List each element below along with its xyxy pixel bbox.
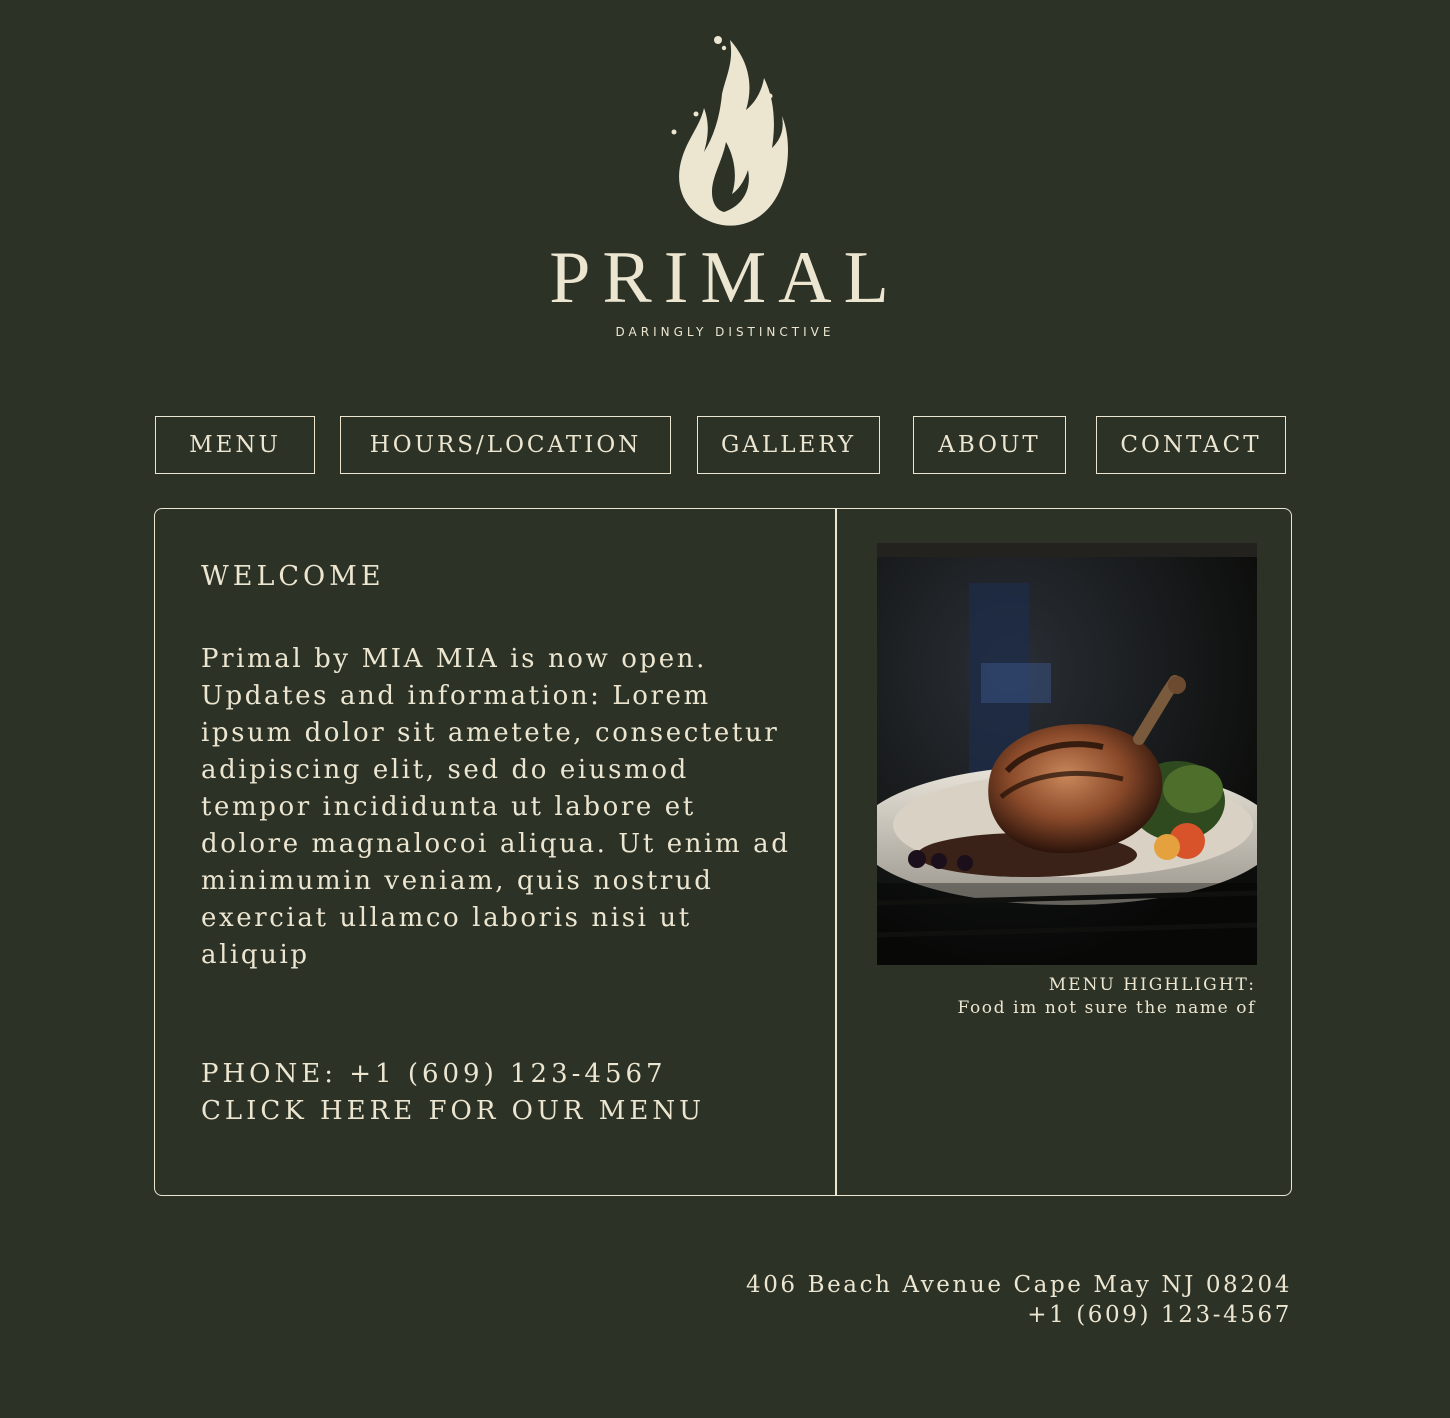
brand-tagline: DARINGLY DISTINCTIVE: [615, 325, 835, 339]
phone-number[interactable]: PHONE: +1 (609) 123-4567: [201, 1059, 667, 1089]
brand-name: PRIMAL: [549, 237, 901, 319]
nav-gallery-button[interactable]: GALLERY: [697, 416, 880, 474]
nav-about-button[interactable]: ABOUT: [913, 416, 1066, 474]
flame-icon: [671, 36, 788, 226]
menu-link[interactable]: CLICK HERE FOR OUR MENU: [201, 1096, 705, 1126]
nav-hours-location-button[interactable]: HOURS/LOCATION: [340, 416, 671, 474]
menu-highlight-title: MENU HIGHLIGHT:: [1048, 975, 1256, 995]
menu-highlight-caption: Food im not sure the name of: [957, 998, 1256, 1018]
nav-menu-button[interactable]: MENU: [155, 416, 315, 474]
nav-contact-button[interactable]: CONTACT: [1096, 416, 1286, 474]
footer-phone[interactable]: +1 (609) 123-4567: [1027, 1302, 1292, 1328]
menu-highlight-photo: [877, 543, 1257, 965]
panel-divider: [835, 509, 837, 1195]
logo: [0, 30, 1450, 230]
footer-address: 406 Beach Avenue Cape May NJ 08204: [745, 1272, 1292, 1298]
content-panel: WELCOME Primal by MIA MIA is now open. U…: [154, 508, 1292, 1196]
welcome-heading: WELCOME: [201, 561, 385, 592]
welcome-text: Primal by MIA MIA is now open. Updates a…: [201, 644, 791, 970]
